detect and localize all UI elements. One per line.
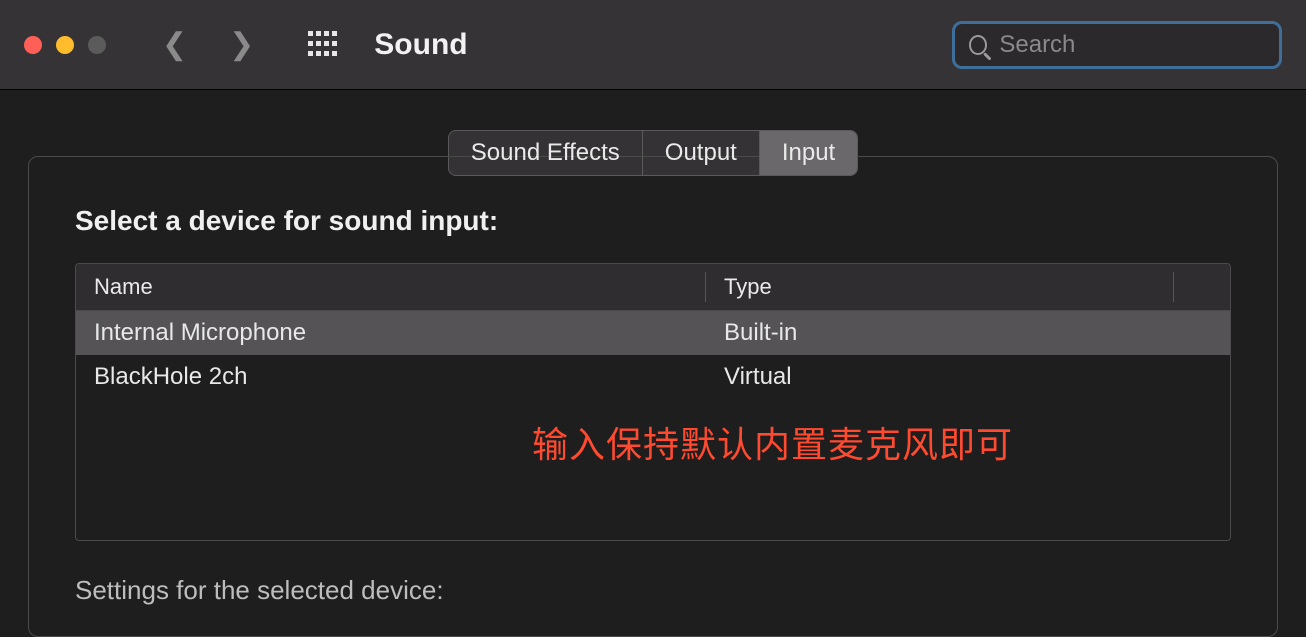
panel-heading: Select a device for sound input: <box>75 205 1231 237</box>
traffic-lights <box>24 36 106 54</box>
back-button[interactable]: ❮ <box>162 30 187 60</box>
device-type: Virtual <box>706 361 1230 393</box>
content-area: Sound Effects Output Input Select a devi… <box>0 90 1306 637</box>
device-table: Name Type Internal Microphone Built-in B… <box>75 263 1231 541</box>
search-input[interactable] <box>999 31 1265 59</box>
window-titlebar: ❮ ❯ Sound <box>0 0 1306 90</box>
device-type: Built-in <box>706 317 1230 349</box>
device-name: BlackHole 2ch <box>76 361 706 393</box>
show-all-icon[interactable] <box>308 31 336 59</box>
zoom-window-button[interactable] <box>88 36 106 54</box>
table-header: Name Type <box>76 264 1230 311</box>
window-title: Sound <box>374 28 467 62</box>
table-row[interactable]: BlackHole 2ch Virtual <box>76 355 1230 399</box>
tab-output[interactable]: Output <box>643 131 760 175</box>
column-type[interactable]: Type <box>706 264 1230 310</box>
column-name[interactable]: Name <box>76 264 706 310</box>
nav-arrows: ❮ ❯ <box>162 30 254 60</box>
tab-sound-effects[interactable]: Sound Effects <box>449 131 643 175</box>
input-panel: Select a device for sound input: Name Ty… <box>28 156 1278 637</box>
forward-button: ❯ <box>229 30 254 60</box>
search-icon <box>969 35 987 55</box>
minimize-window-button[interactable] <box>56 36 74 54</box>
table-row[interactable]: Internal Microphone Built-in <box>76 311 1230 355</box>
search-field[interactable] <box>952 21 1282 69</box>
tab-input[interactable]: Input <box>760 131 857 175</box>
device-name: Internal Microphone <box>76 317 706 349</box>
settings-subheading: Settings for the selected device: <box>75 575 1231 606</box>
close-window-button[interactable] <box>24 36 42 54</box>
annotation-text: 输入保持默认内置麦克风即可 <box>532 416 1013 468</box>
tab-segmented-control: Sound Effects Output Input <box>448 130 858 176</box>
